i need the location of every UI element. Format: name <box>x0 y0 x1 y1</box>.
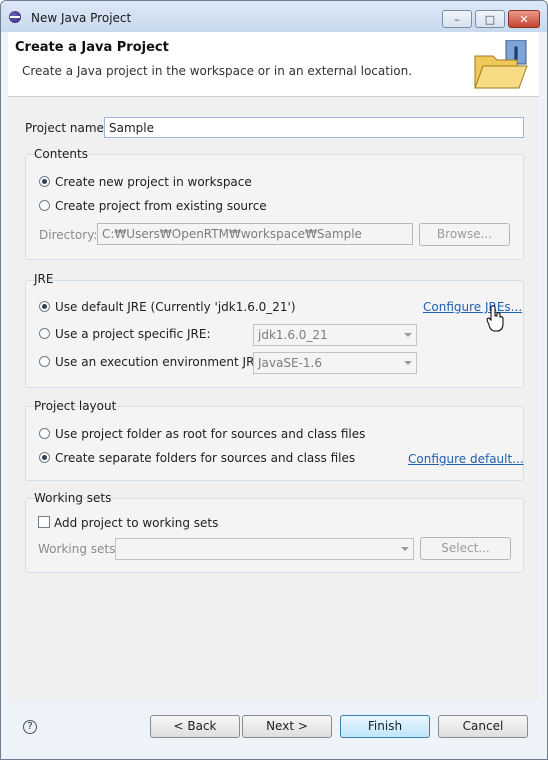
single-folder-label: Use project folder as root for sources a… <box>55 427 366 441</box>
working-sets-group <box>25 498 524 573</box>
minimize-button[interactable]: – <box>442 10 472 28</box>
select-working-sets-button[interactable]: Select... <box>420 537 511 560</box>
eclipse-icon <box>9 11 21 23</box>
wizard-content: Project name: Sample Contents Create new… <box>8 97 539 700</box>
chevron-down-icon <box>404 333 412 337</box>
configure-jres-link[interactable]: Configure JREs... <box>423 300 522 314</box>
banner-description: Create a Java project in the workspace o… <box>22 64 413 78</box>
add-to-working-sets-label: Add project to working sets <box>54 516 219 530</box>
title-bar[interactable]: New Java Project – □ ✕ <box>1 1 547 32</box>
finish-button[interactable]: Finish <box>340 715 430 738</box>
add-to-working-sets-checkbox[interactable] <box>38 516 50 528</box>
contents-title: Contents <box>34 147 88 161</box>
banner-title: Create a Java Project <box>15 40 169 55</box>
existing-source-label: Create project from existing source <box>55 199 267 213</box>
next-button[interactable]: Next > <box>242 715 332 738</box>
window-title: New Java Project <box>31 11 132 25</box>
project-name-input[interactable]: Sample <box>104 117 524 138</box>
maximize-button[interactable]: □ <box>475 10 505 28</box>
radio-default-jre[interactable] <box>39 301 50 312</box>
working-sets-label: Working sets: <box>38 542 120 556</box>
specific-jre-label: Use a project specific JRE: <box>55 327 211 341</box>
working-sets-title: Working sets <box>34 491 112 505</box>
chevron-down-icon <box>404 361 412 365</box>
configure-default-link[interactable]: Configure default... <box>408 452 524 466</box>
chevron-down-icon <box>401 547 409 551</box>
radio-single-folder[interactable] <box>39 428 50 439</box>
back-button[interactable]: < Back <box>150 715 240 738</box>
browse-button[interactable]: Browse... <box>419 223 510 246</box>
radio-execution-env[interactable] <box>39 356 50 367</box>
working-sets-select[interactable] <box>115 538 414 560</box>
new-java-project-dialog: New Java Project – □ ✕ Create a Java Pro… <box>0 0 548 760</box>
default-jre-label: Use default JRE (Currently 'jdk1.6.0_21'… <box>55 300 296 314</box>
radio-separate-folders[interactable] <box>39 452 50 463</box>
jre-title: JRE <box>34 272 54 286</box>
execution-env-select[interactable]: JavaSE-1.6 <box>253 352 417 374</box>
project-name-label: Project name: <box>25 121 108 135</box>
execution-env-label: Use an execution environment JRE: <box>55 355 267 369</box>
java-project-folder-icon: J <box>474 40 528 89</box>
close-button[interactable]: ✕ <box>508 10 540 28</box>
directory-label: Directory: <box>39 228 98 242</box>
project-layout-group <box>25 406 524 481</box>
help-icon[interactable]: ? <box>23 720 37 734</box>
wizard-banner: Create a Java Project Create a Java proj… <box>8 32 539 97</box>
directory-input[interactable]: C:₩Users₩OpenRTM₩workspace₩Sample <box>97 223 413 245</box>
hand-cursor-icon <box>486 305 504 332</box>
radio-specific-jre[interactable] <box>39 328 50 339</box>
new-project-label: Create new project in workspace <box>55 175 252 189</box>
cancel-button[interactable]: Cancel <box>438 715 528 738</box>
radio-new-project[interactable] <box>39 176 50 187</box>
specific-jre-select[interactable]: jdk1.6.0_21 <box>253 324 417 346</box>
radio-existing-source[interactable] <box>39 200 50 211</box>
specific-jre-value: jdk1.6.0_21 <box>258 328 328 342</box>
execution-env-value: JavaSE-1.6 <box>258 356 322 370</box>
project-layout-title: Project layout <box>34 399 117 413</box>
separate-folders-label: Create separate folders for sources and … <box>55 451 356 465</box>
